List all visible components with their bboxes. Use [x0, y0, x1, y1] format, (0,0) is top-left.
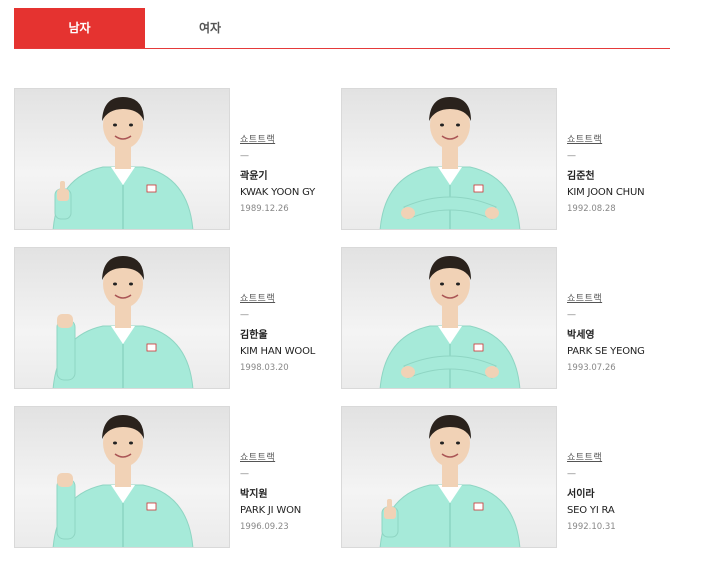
sport-link[interactable]: 쇼트트랙 — [240, 293, 350, 305]
divider: — — [240, 310, 249, 320]
athlete-name-en: PARK JI WON — [240, 505, 302, 516]
divider: — — [240, 151, 249, 161]
divider: — — [240, 469, 249, 479]
tab-men[interactable]: 남자 — [14, 8, 145, 48]
athlete-info: 쇼트트랙 — 서이라 SEO YI RA 1992.10.31 — [567, 452, 677, 533]
athlete-card[interactable]: 쇼트트랙 — 서이라 SEO YI RA 1992.10.31 — [341, 406, 641, 548]
athlete-name-ko: 곽윤기 — [240, 171, 268, 182]
athlete-card[interactable]: 쇼트트랙 — 곽윤기 KWAK YOON GY 1989.12.26 — [14, 88, 315, 230]
athlete-birthdate: 1996.09.23 — [240, 522, 289, 532]
athlete-birthdate: 1993.07.26 — [567, 363, 616, 373]
athlete-photo[interactable] — [14, 406, 230, 548]
divider: — — [567, 469, 576, 479]
athlete-birthdate: 1998.03.20 — [240, 363, 289, 373]
athlete-card[interactable]: 쇼트트랙 — 박세영 PARK SE YEONG 1993.07.26 — [341, 247, 645, 389]
athlete-birthdate: 1992.08.28 — [567, 204, 616, 214]
athlete-name-ko: 김준천 — [567, 171, 595, 182]
sport-link[interactable]: 쇼트트랙 — [567, 134, 677, 146]
athlete-info: 쇼트트랙 — 박세영 PARK SE YEONG 1993.07.26 — [567, 293, 677, 374]
athlete-card[interactable]: 쇼트트랙 — 박지원 PARK JI WON 1996.09.23 — [14, 406, 314, 548]
athlete-name-en: KIM HAN WOOL — [240, 346, 316, 357]
divider: — — [567, 310, 576, 320]
athlete-birthdate: 1989.12.26 — [240, 204, 289, 214]
athlete-info: 쇼트트랙 — 김준천 KIM JOON CHUN 1992.08.28 — [567, 134, 677, 215]
athlete-photo[interactable] — [14, 247, 230, 389]
athlete-name-en: KWAK YOON GY — [240, 187, 316, 198]
athlete-photo[interactable] — [341, 406, 557, 548]
athlete-info: 쇼트트랙 — 김한울 KIM HAN WOOL 1998.03.20 — [240, 293, 350, 374]
gender-tabs: 남자 여자 — [14, 8, 670, 49]
athlete-name-ko: 박지원 — [240, 489, 268, 500]
divider: — — [567, 151, 576, 161]
athlete-photo[interactable] — [341, 247, 557, 389]
sport-link[interactable]: 쇼트트랙 — [567, 293, 677, 305]
tab-women[interactable]: 여자 — [145, 8, 275, 48]
athlete-photo[interactable] — [341, 88, 557, 230]
athlete-name-en: PARK SE YEONG — [567, 346, 645, 357]
athlete-birthdate: 1992.10.31 — [567, 522, 616, 532]
sport-link[interactable]: 쇼트트랙 — [240, 134, 350, 146]
sport-link[interactable]: 쇼트트랙 — [240, 452, 350, 464]
athlete-card[interactable]: 쇼트트랙 — 김준천 KIM JOON CHUN 1992.08.28 — [341, 88, 645, 230]
athlete-photo[interactable] — [14, 88, 230, 230]
athlete-name-en: SEO YI RA — [567, 505, 615, 516]
athlete-info: 쇼트트랙 — 곽윤기 KWAK YOON GY 1989.12.26 — [240, 134, 350, 215]
athlete-name-ko: 김한울 — [240, 330, 268, 341]
athlete-name-ko: 박세영 — [567, 330, 595, 341]
athlete-name-ko: 서이라 — [567, 489, 595, 500]
sport-link[interactable]: 쇼트트랙 — [567, 452, 677, 464]
athlete-name-en: KIM JOON CHUN — [567, 187, 645, 198]
athlete-card[interactable]: 쇼트트랙 — 김한울 KIM HAN WOOL 1998.03.20 — [14, 247, 315, 389]
athlete-info: 쇼트트랙 — 박지원 PARK JI WON 1996.09.23 — [240, 452, 350, 533]
